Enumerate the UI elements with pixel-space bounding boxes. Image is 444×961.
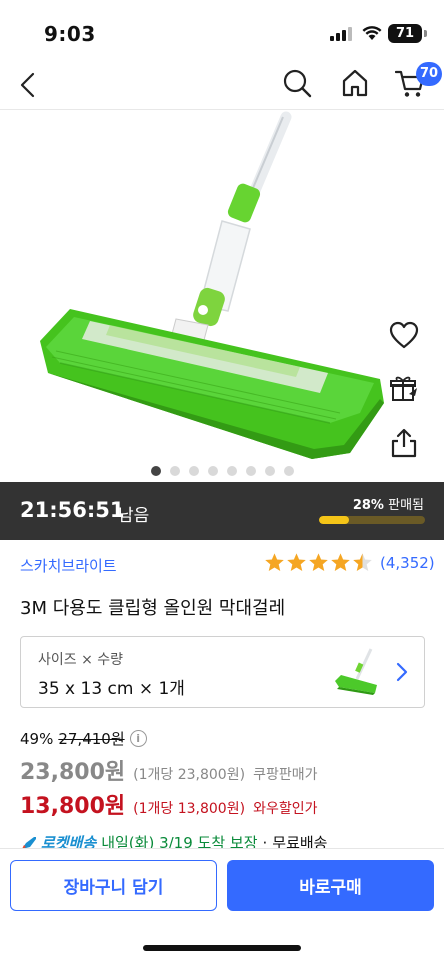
sold-progress-fill <box>319 516 349 524</box>
gallery-dot[interactable] <box>150 466 161 476</box>
wow-price-label: 와우할인가 <box>253 801 318 817</box>
home-icon[interactable] <box>340 68 370 98</box>
option-selector[interactable]: 사이즈 × 수량 35 x 13 cm × 1개 <box>20 636 425 708</box>
battery-cap <box>424 30 427 37</box>
star-icon <box>331 553 350 571</box>
option-thumbnail <box>335 648 377 695</box>
heart-icon <box>389 321 419 349</box>
back-arrow-icon[interactable] <box>14 68 44 102</box>
wifi-icon <box>362 26 382 40</box>
gallery-dot[interactable] <box>207 466 218 476</box>
status-bar: 9:03 71 <box>0 0 444 62</box>
home-indicator <box>143 945 301 951</box>
gallery-dot[interactable] <box>245 466 256 476</box>
wow-unit-price: (1개당 13,800원) <box>133 801 246 817</box>
product-image <box>40 111 384 459</box>
review-count[interactable]: (4,352) <box>380 554 435 572</box>
top-nav: 70 <box>0 62 444 110</box>
wow-price-row: 13,800원 (1개당 13,800원) 와우할인가 <box>20 788 317 820</box>
star-icon <box>287 553 306 571</box>
sold-percent: 28% <box>352 498 384 513</box>
discount-percent: 49% <box>20 729 54 748</box>
deal-countdown-bar: 21:56:51 남음 28% 판매됨 <box>0 482 444 540</box>
wow-price: 13,800원 <box>20 794 126 819</box>
gift-share-icon <box>390 376 417 401</box>
brand-link[interactable]: 스카치브라이트 <box>20 555 117 576</box>
product-title: 3M 다용도 클립형 올인원 막대걸레 <box>20 598 286 619</box>
countdown-timer: 21:56:51 <box>20 498 125 522</box>
battery-indicator: 71 <box>388 24 422 43</box>
gallery-pagination[interactable] <box>0 466 444 476</box>
gallery-dot[interactable] <box>264 466 275 476</box>
gallery-dot[interactable] <box>188 466 199 476</box>
discount-row: 49% 27,410원 i <box>20 728 147 749</box>
side-actions <box>386 317 426 479</box>
buy-now-button[interactable]: 바로구매 <box>227 860 434 911</box>
search-icon[interactable] <box>282 68 312 98</box>
star-icon <box>353 553 372 571</box>
rating-stars <box>264 552 374 573</box>
sold-label: 판매됨 <box>388 498 424 513</box>
wishlist-button[interactable] <box>386 317 422 353</box>
gift-button[interactable] <box>386 371 422 407</box>
star-icon <box>265 553 284 571</box>
original-price: 27,410원 <box>58 730 125 748</box>
option-label: 사이즈 × 수량 <box>38 652 124 668</box>
cart-count-badge: 70 <box>416 62 443 86</box>
coupang-price: 23,800원 <box>20 760 126 785</box>
add-to-cart-button[interactable]: 장바구니 담기 <box>10 860 217 911</box>
countdown-remaining-label: 남음 <box>118 506 150 526</box>
chevron-right-icon <box>396 662 408 682</box>
gallery-dot[interactable] <box>226 466 237 476</box>
coupang-price-row: 23,800원 (1개당 23,800원) 쿠팡판매가 <box>20 754 317 786</box>
sold-percent-text: 28% 판매됨 <box>353 494 424 513</box>
signal-icon <box>330 27 352 41</box>
info-icon[interactable]: i <box>129 730 147 747</box>
coupang-price-label: 쿠팡판매가 <box>253 767 318 783</box>
share-button[interactable] <box>386 425 422 461</box>
option-value: 35 x 13 cm × 1개 <box>38 679 185 699</box>
gallery-dot[interactable] <box>169 466 180 476</box>
product-image-gallery[interactable] <box>0 111 444 482</box>
share-icon <box>391 428 417 458</box>
gallery-dot[interactable] <box>283 466 294 476</box>
bottom-action-bar: 장바구니 담기 바로구매 <box>0 848 444 961</box>
sold-progress-track <box>319 516 425 524</box>
star-icon <box>309 553 328 571</box>
status-time: 9:03 <box>44 22 96 46</box>
rating-summary[interactable]: (4,352) <box>264 552 435 573</box>
coupang-unit-price: (1개당 23,800원) <box>133 767 246 783</box>
